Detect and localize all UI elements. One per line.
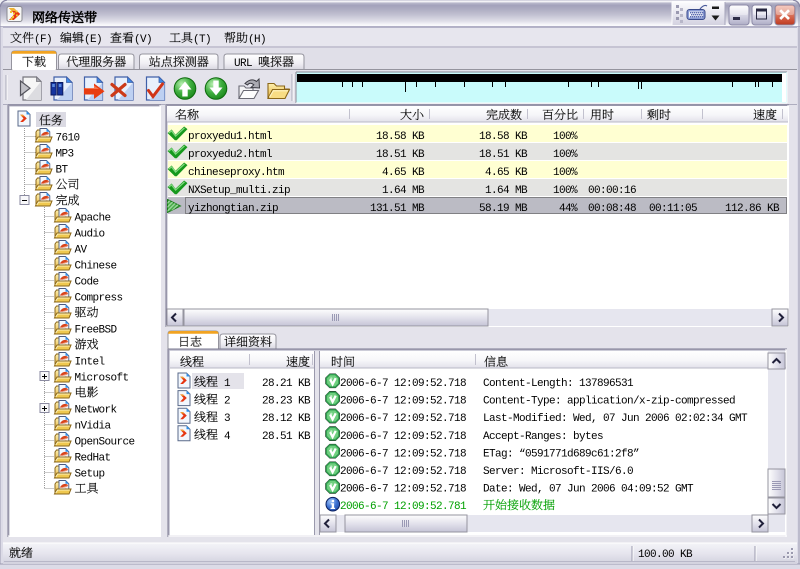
svg-text:28.51 KB: 28.51 KB: [262, 431, 311, 443]
svg-text:00:08:48: 00:08:48: [588, 203, 636, 215]
svg-text:Compress: Compress: [75, 293, 123, 305]
svg-text:MP3: MP3: [56, 149, 74, 161]
svg-text:100.00 KB: 100.00 KB: [638, 549, 693, 561]
svg-text:2: 2: [218, 396, 230, 408]
svg-text:18.58 KB: 18.58 KB: [479, 131, 528, 143]
svg-text:2006-6-7 12:09:52.718: 2006-6-7 12:09:52.718: [340, 413, 466, 425]
svg-text:4.65 KB: 4.65 KB: [485, 167, 528, 179]
svg-text:00:00:16: 00:00:16: [588, 185, 636, 197]
svg-text:2006-6-7 12:09:52.718: 2006-6-7 12:09:52.718: [340, 466, 466, 478]
svg-text:100%: 100%: [553, 185, 578, 197]
svg-text:28.12 KB: 28.12 KB: [262, 413, 311, 425]
svg-text:Apache: Apache: [75, 213, 111, 225]
svg-text:(F): (F): [34, 34, 52, 46]
svg-text:Date: Wed, 07 Jun 2006 04:09:5: Date: Wed, 07 Jun 2006 04:09:52 GMT: [483, 484, 694, 496]
svg-text:1.64 MB: 1.64 MB: [382, 185, 425, 197]
svg-text:NXSetup_multi.zip: NXSetup_multi.zip: [188, 185, 290, 197]
svg-text:112.86 KB: 112.86 KB: [725, 203, 780, 215]
svg-text:FreeBSD: FreeBSD: [75, 325, 118, 337]
svg-text:(E): (E): [84, 34, 102, 46]
svg-text:Chinese: Chinese: [75, 261, 117, 273]
svg-text:2006-6-7 12:09:52.781: 2006-6-7 12:09:52.781: [340, 501, 467, 513]
svg-text:yizhongtian.zip: yizhongtian.zip: [188, 203, 278, 215]
svg-text:Setup: Setup: [75, 469, 105, 481]
svg-text:7610: 7610: [56, 133, 80, 145]
svg-text:100%: 100%: [553, 149, 578, 161]
svg-text:AV: AV: [75, 245, 88, 257]
svg-text:OpenSource: OpenSource: [75, 437, 135, 449]
svg-text:18.51 KB: 18.51 KB: [376, 149, 425, 161]
svg-text:nVidia: nVidia: [75, 421, 112, 433]
svg-text:Code: Code: [75, 277, 99, 289]
svg-text:28.23 KB: 28.23 KB: [262, 396, 311, 408]
svg-text:chineseproxy.htm: chineseproxy.htm: [188, 167, 285, 179]
svg-text:Content-Type: application/x-zi: Content-Type: application/x-zip-compress…: [483, 396, 735, 408]
svg-text:100%: 100%: [553, 131, 578, 143]
svg-text:4.65 KB: 4.65 KB: [382, 167, 425, 179]
svg-text:proxyedu1.html: proxyedu1.html: [188, 131, 272, 143]
svg-text:2006-6-7 12:09:52.718: 2006-6-7 12:09:52.718: [340, 484, 466, 496]
svg-text:1: 1: [218, 378, 231, 390]
svg-text:proxyedu2.html: proxyedu2.html: [188, 149, 272, 161]
svg-text:Microsoft: Microsoft: [75, 373, 129, 385]
svg-text:Intel: Intel: [75, 357, 105, 369]
svg-text:2006-6-7 12:09:52.718: 2006-6-7 12:09:52.718: [340, 448, 466, 460]
svg-text:4: 4: [218, 431, 231, 443]
svg-text:131.51 MB: 131.51 MB: [370, 203, 425, 215]
svg-text:Network: Network: [75, 405, 118, 417]
svg-text:Audio: Audio: [75, 229, 105, 241]
svg-text:28.21 KB: 28.21 KB: [262, 378, 311, 390]
svg-text:Server: Microsoft-IIS/6.0: Server: Microsoft-IIS/6.0: [483, 466, 633, 478]
svg-text:58.19 MB: 58.19 MB: [479, 203, 528, 215]
svg-text:(T): (T): [193, 34, 211, 46]
svg-text:00:11:05: 00:11:05: [649, 203, 697, 215]
svg-text:2006-6-7 12:09:52.718: 2006-6-7 12:09:52.718: [340, 396, 466, 408]
svg-text:Content-Length: 137896531: Content-Length: 137896531: [483, 378, 634, 390]
svg-text:ETag: “0591771d689c61:2f8”: ETag: “0591771d689c61:2f8”: [483, 448, 639, 460]
svg-text:100%: 100%: [553, 167, 578, 179]
svg-text:18.58 KB: 18.58 KB: [376, 131, 425, 143]
svg-text:URL: URL: [234, 58, 258, 70]
svg-text:Accept-Ranges: bytes: Accept-Ranges: bytes: [483, 431, 603, 443]
svg-text:(V): (V): [134, 34, 152, 46]
svg-text:Last-Modified: Wed, 07 Jun 200: Last-Modified: Wed, 07 Jun 2006 02:02:34…: [483, 413, 748, 425]
svg-text:2006-6-7 12:09:52.718: 2006-6-7 12:09:52.718: [340, 431, 466, 443]
svg-text:(H): (H): [248, 34, 266, 46]
svg-text:RedHat: RedHat: [75, 453, 111, 465]
svg-text:18.51 KB: 18.51 KB: [479, 149, 528, 161]
svg-text:44%: 44%: [559, 203, 578, 215]
svg-text:3: 3: [218, 413, 230, 425]
svg-text:1.64 MB: 1.64 MB: [485, 185, 528, 197]
svg-text:2006-6-7 12:09:52.718: 2006-6-7 12:09:52.718: [340, 378, 466, 390]
svg-text:BT: BT: [56, 165, 69, 177]
